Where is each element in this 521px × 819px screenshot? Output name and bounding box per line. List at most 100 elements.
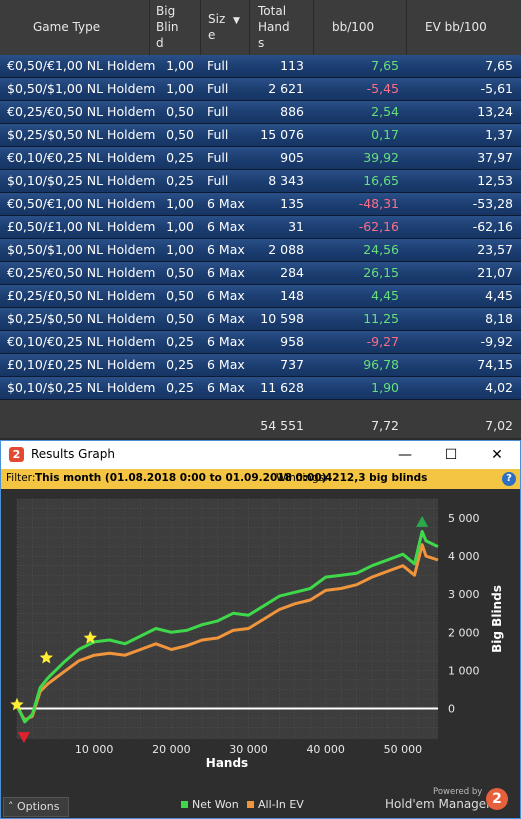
x-tick-label: 30 000 [229, 743, 268, 756]
x-tick-label: 20 000 [152, 743, 191, 756]
help-icon[interactable]: ? [502, 472, 516, 486]
cell-ev-bb100: 7,65 [485, 58, 513, 73]
window-titlebar[interactable]: 2 Results Graph — ☐ ✕ [1, 441, 520, 469]
column-header-label: Game Type [33, 20, 101, 34]
cell-game-type: $0,25/$0,50 NL Holdem [7, 127, 156, 142]
table-row[interactable]: $0,25/$0,50 NL Holdem 0,50 Full 15 076 0,17 1… [0, 124, 521, 147]
table-row[interactable]: $0,50/$1,00 NL Holdem 1,00 6 Max 2 088 24,56… [0, 239, 521, 262]
table-row[interactable]: €0,50/€1,00 NL Holdem 1,00 6 Max 135 -48,31 -… [0, 193, 521, 216]
x-tick-label: 40 000 [306, 743, 345, 756]
cell-size: Full [207, 127, 229, 142]
filter-bar: Filter: This month (01.08.2018 0:00 to 0… [1, 469, 520, 489]
table-row[interactable]: $0,10/$0,25 NL Holdem 0,25 6 Max 11 628 1,90… [0, 377, 521, 400]
cell-total-hands: 2 621 [268, 81, 304, 96]
window-title: Results Graph [31, 447, 115, 461]
cell-size: 6 Max [207, 242, 245, 257]
chevron-up-icon: ˄ [8, 800, 14, 813]
cell-size: 6 Max [207, 311, 245, 326]
column-header-label-line: Hand [258, 20, 290, 34]
cell-big-blind: 0,50 [166, 265, 194, 280]
maximize-icon[interactable]: ☐ [428, 441, 474, 469]
cell-size: Full [207, 81, 229, 96]
cell-total-hands: 10 598 [260, 311, 304, 326]
powered-by-text: Powered by [433, 787, 483, 797]
column-header-label: EV bb/100 [425, 20, 487, 34]
cell-size: 6 Max [207, 196, 245, 211]
cell-size: 6 Max [207, 288, 245, 303]
cell-total-hands: 11 628 [260, 380, 304, 395]
cell-ev-bb100: 13,24 [477, 104, 513, 119]
x-tick-label: 10 000 [75, 743, 114, 756]
cell-big-blind: 0,50 [166, 104, 194, 119]
y-tick-label: 5 000 [448, 512, 480, 525]
cell-big-blind: 0,25 [166, 150, 194, 165]
cell-total-hands: 148 [280, 288, 304, 303]
cell-game-type: £0,10/£0,25 NL Holdem [7, 357, 156, 372]
cell-total-hands: 886 [280, 104, 304, 119]
table-header: Game Type Big Blin d Siz e ▼ Total Hand … [0, 0, 521, 55]
column-header-label-line: Siz [208, 12, 226, 26]
table-row[interactable]: €0,25/€0,50 NL Holdem 0,50 Full 886 2,54 13,2… [0, 101, 521, 124]
table-row[interactable]: $0,50/$1,00 NL Holdem 1,00 Full 2 621 -5,45 -… [0, 78, 521, 101]
column-header-game-type[interactable]: Game Type [0, 0, 150, 55]
cell-game-type: €0,10/€0,25 NL Holdem [7, 150, 156, 165]
cell-ev-bb100: -9,92 [480, 334, 513, 349]
table-row[interactable]: $0,25/$0,50 NL Holdem 0,50 6 Max 10 598 11,2… [0, 308, 521, 331]
column-header-bb100[interactable]: bb/100 [314, 0, 407, 55]
cell-game-type: £0,50/£1,00 NL Holdem [7, 219, 156, 234]
table-row[interactable]: £0,10/£0,25 NL Holdem 0,25 6 Max 737 96,78 74… [0, 354, 521, 377]
totals-row: 54 551 7,72 7,02 [0, 414, 521, 438]
options-button[interactable]: ˄ Options [3, 797, 69, 817]
column-header-ev-bb100[interactable]: EV bb/100 [407, 0, 521, 55]
cell-total-hands: 905 [280, 150, 304, 165]
legend-label: All-In EV [258, 798, 304, 811]
cell-total-hands: 8 343 [268, 173, 304, 188]
column-header-big-blind[interactable]: Big Blin d [150, 0, 201, 55]
cell-bb100: 4,45 [371, 288, 399, 303]
cell-total-hands: 31 [288, 219, 304, 234]
y-tick-label: 0 [448, 703, 455, 716]
cell-bb100: -62,16 [358, 219, 399, 234]
cell-bb100: 11,25 [363, 311, 399, 326]
cell-big-blind: 1,00 [166, 81, 194, 96]
table-row[interactable]: £0,50/£1,00 NL Holdem 1,00 6 Max 31 -62,16 -6… [0, 216, 521, 239]
options-label: Options [17, 800, 60, 813]
total-ev-bb100: 7,02 [485, 418, 513, 433]
cell-game-type: $0,10/$0,25 NL Holdem [7, 380, 156, 395]
cell-total-hands: 2 088 [268, 242, 304, 257]
cell-big-blind: 0,25 [166, 334, 194, 349]
cell-big-blind: 0,50 [166, 288, 194, 303]
table-spacer [0, 400, 521, 414]
legend-swatch [181, 801, 188, 808]
cell-big-blind: 0,25 [166, 380, 194, 395]
legend-label: Net Won [192, 798, 239, 811]
cell-size: 6 Max [207, 219, 245, 234]
cell-game-type: €0,50/€1,00 NL Holdem [7, 58, 156, 73]
table-row[interactable]: €0,10/€0,25 NL Holdem 0,25 Full 905 39,92 37,… [0, 147, 521, 170]
cell-size: 6 Max [207, 380, 245, 395]
x-tick-label: 50 000 [384, 743, 423, 756]
y-tick-label: 2 000 [448, 626, 480, 639]
app-icon: 2 [9, 447, 24, 462]
cell-total-hands: 284 [280, 265, 304, 280]
sort-desc-icon: ▼ [233, 16, 240, 26]
minimize-icon[interactable]: — [382, 441, 428, 469]
table-row[interactable]: €0,10/€0,25 NL Holdem 0,25 6 Max 958 -9,27 -9… [0, 331, 521, 354]
cell-size: 6 Max [207, 357, 245, 372]
cell-bb100: 1,90 [371, 380, 399, 395]
y-tick-label: 4 000 [448, 550, 480, 563]
cell-game-type: €0,50/€1,00 NL Holdem [7, 196, 156, 211]
table-row[interactable]: £0,25/£0,50 NL Holdem 0,50 6 Max 148 4,45 4,4… [0, 285, 521, 308]
table-row[interactable]: €0,25/€0,50 NL Holdem 0,50 6 Max 284 26,15 21… [0, 262, 521, 285]
cell-bb100: -9,27 [366, 334, 399, 349]
total-bb100: 7,72 [371, 418, 399, 433]
table-row[interactable]: €0,50/€1,00 NL Holdem 1,00 Full 113 7,65 7,65 [0, 55, 521, 78]
cell-size: Full [207, 58, 229, 73]
cell-big-blind: 1,00 [166, 58, 194, 73]
close-icon[interactable]: ✕ [474, 441, 520, 469]
column-header-label-line: Big [156, 4, 176, 18]
cell-big-blind: 0,25 [166, 357, 194, 372]
table-row[interactable]: $0,10/$0,25 NL Holdem 0,25 Full 8 343 16,65 1… [0, 170, 521, 193]
column-header-size[interactable]: Siz e ▼ [201, 0, 250, 55]
column-header-total-hands[interactable]: Total Hand s [250, 0, 314, 55]
